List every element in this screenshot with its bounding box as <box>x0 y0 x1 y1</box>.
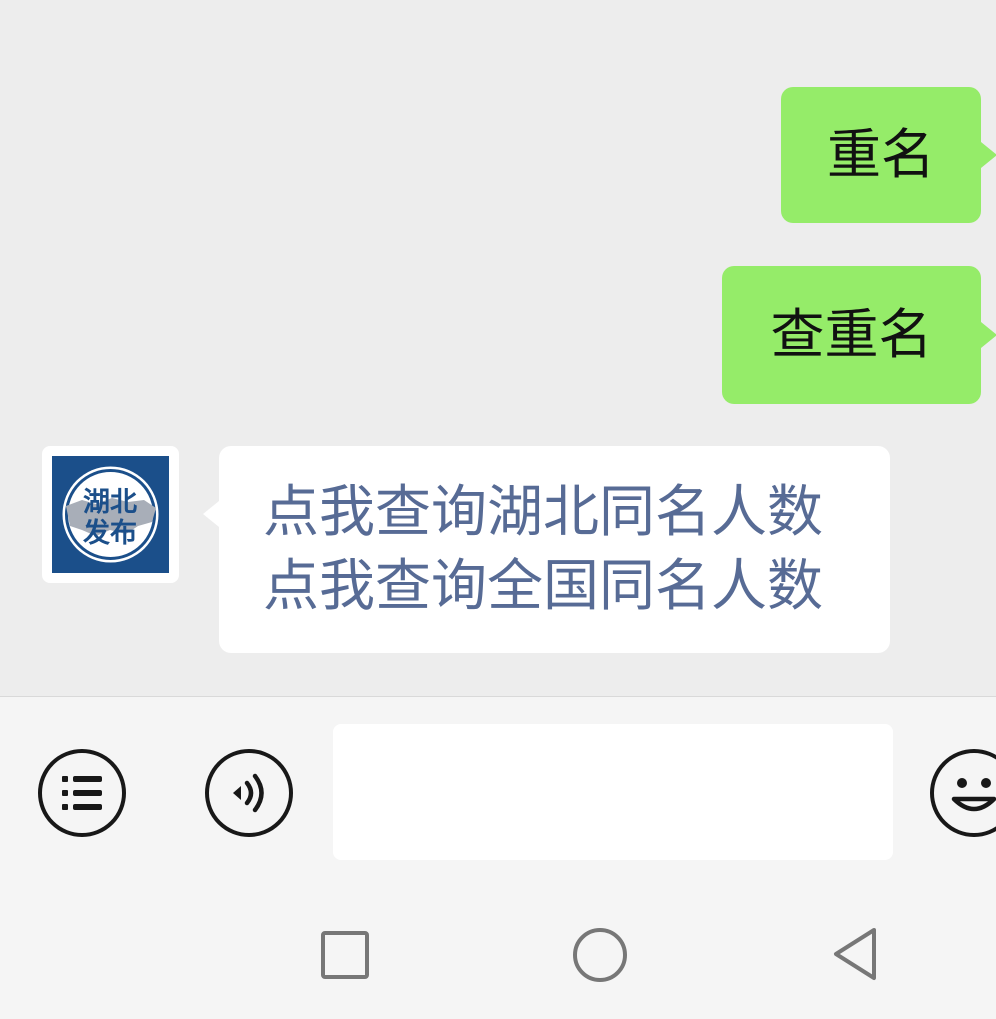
incoming-message: 点我查询湖北同名人数 点我查询全国同名人数 <box>203 446 890 653</box>
chat-area: 重名 查重名 湖北 发布 点我查询湖北同名人数 点我查询全国同名人数 <box>0 0 996 696</box>
avatar-text-line1: 湖北 <box>83 487 137 518</box>
avatar-text-line2: 发布 <box>82 517 137 549</box>
hubei-name-query-link[interactable]: 点我查询湖北同名人数 <box>263 476 890 550</box>
voice-icon <box>233 773 264 813</box>
emoji-button[interactable] <box>930 749 996 837</box>
sender-avatar[interactable]: 湖北 发布 <box>42 446 179 583</box>
national-name-query-link[interactable]: 点我查询全国同名人数 <box>263 550 890 624</box>
back-button[interactable] <box>830 926 880 982</box>
outgoing-message[interactable]: 重名 <box>781 87 996 223</box>
message-input[interactable] <box>333 724 893 860</box>
triangle-back-icon <box>834 928 876 980</box>
voice-button[interactable] <box>205 749 293 837</box>
list-icon <box>62 776 102 810</box>
message-text: 重名 <box>827 123 935 186</box>
message-text: 查重名 <box>770 303 933 366</box>
home-button[interactable] <box>573 928 627 982</box>
outgoing-message[interactable]: 查重名 <box>722 266 996 404</box>
hubei-fabu-logo-icon: 湖北 发布 <box>52 456 169 573</box>
menu-button[interactable] <box>38 749 126 837</box>
input-bar <box>0 697 996 1019</box>
smiley-icon <box>951 778 996 812</box>
recent-apps-button[interactable] <box>321 931 369 979</box>
